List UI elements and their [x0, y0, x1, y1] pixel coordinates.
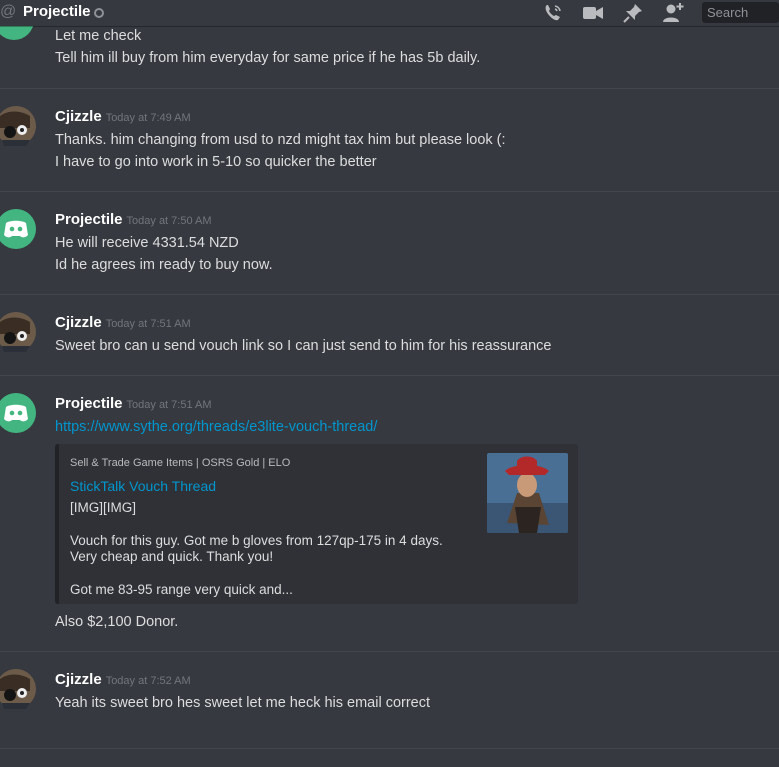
message-text: Tell him ill buy from him everyday for s… [55, 50, 481, 66]
message-timestamp: Today at 7:51 AM [105, 318, 191, 330]
link-embed: Sell & Trade Game Items | OSRS Gold | EL… [55, 444, 578, 604]
message-text: Also $2,100 Donor. [55, 614, 179, 630]
message-author[interactable]: Cjizzle Today at 7:51 AM [55, 314, 191, 331]
message-link[interactable]: https://www.sythe.org/threads/e3lite-vou… [55, 419, 377, 435]
author-name[interactable]: Cjizzle [55, 671, 102, 688]
embed-description-line: [IMG][IMG] [70, 500, 136, 515]
embed-description-line: Got me 83-95 range very quick and... [70, 581, 293, 597]
embed-description: [IMG][IMG] Vouch for this guy. Got me b … [70, 500, 470, 598]
add-user-icon[interactable] [662, 2, 684, 24]
message-divider [0, 294, 779, 295]
embed-title[interactable]: StickTalk Vouch Thread [70, 478, 216, 494]
message-timestamp: Today at 7:52 AM [105, 675, 191, 687]
pin-icon[interactable] [622, 2, 644, 24]
author-name[interactable]: Cjizzle [55, 108, 102, 125]
embed-description-line: Vouch for this guy. Got me b gloves from… [70, 532, 443, 565]
message-text: Yeah its sweet bro hes sweet let me heck… [55, 695, 431, 711]
message-text: He will receive 4331.54 NZD [55, 235, 239, 251]
author-name[interactable]: Projectile [55, 211, 123, 228]
message-text: Let me check [55, 28, 142, 44]
message-divider [0, 191, 779, 192]
avatar[interactable] [0, 312, 36, 352]
message-text: Id he agrees im ready to buy now. [55, 257, 273, 273]
message-author[interactable]: Projectile Today at 7:51 AM [55, 395, 212, 412]
message-timestamp: Today at 7:51 AM [126, 399, 212, 411]
author-name[interactable]: Projectile [55, 395, 123, 412]
message-text: Thanks. him changing from usd to nzd mig… [55, 132, 506, 148]
avatar[interactable] [0, 106, 36, 146]
search-input[interactable]: Search [702, 2, 779, 23]
video-icon[interactable] [582, 2, 604, 24]
message-timestamp: Today at 7:50 AM [126, 215, 212, 227]
message-author[interactable]: Cjizzle Today at 7:49 AM [55, 108, 191, 125]
message-divider [0, 651, 779, 652]
avatar[interactable] [0, 669, 36, 709]
message-author[interactable]: Projectile Today at 7:50 AM [55, 211, 212, 228]
avatar[interactable] [0, 209, 36, 249]
channel-title: Projectile [23, 3, 91, 20]
message-author[interactable]: Cjizzle Today at 7:52 AM [55, 671, 191, 688]
message-list: Let me check Tell him ill buy from him e… [0, 26, 779, 767]
search-placeholder: Search [707, 5, 749, 20]
at-icon: @ [0, 3, 17, 20]
embed-thumbnail[interactable] [487, 453, 568, 533]
avatar[interactable] [0, 26, 36, 40]
channel-header: @ Projectile Search [0, 0, 779, 26]
message-divider [0, 375, 779, 376]
message-text: I have to go into work in 5-10 so quicke… [55, 154, 377, 170]
message-divider [0, 748, 779, 749]
status-dot-icon [94, 8, 104, 18]
avatar[interactable] [0, 393, 36, 433]
call-icon[interactable] [542, 2, 564, 24]
embed-provider[interactable]: Sell & Trade Game Items | OSRS Gold | EL… [70, 457, 290, 469]
message-divider [0, 88, 779, 89]
message-text: Sweet bro can u send vouch link so I can… [55, 338, 552, 354]
message-timestamp: Today at 7:49 AM [105, 112, 191, 124]
author-name[interactable]: Cjizzle [55, 314, 102, 331]
